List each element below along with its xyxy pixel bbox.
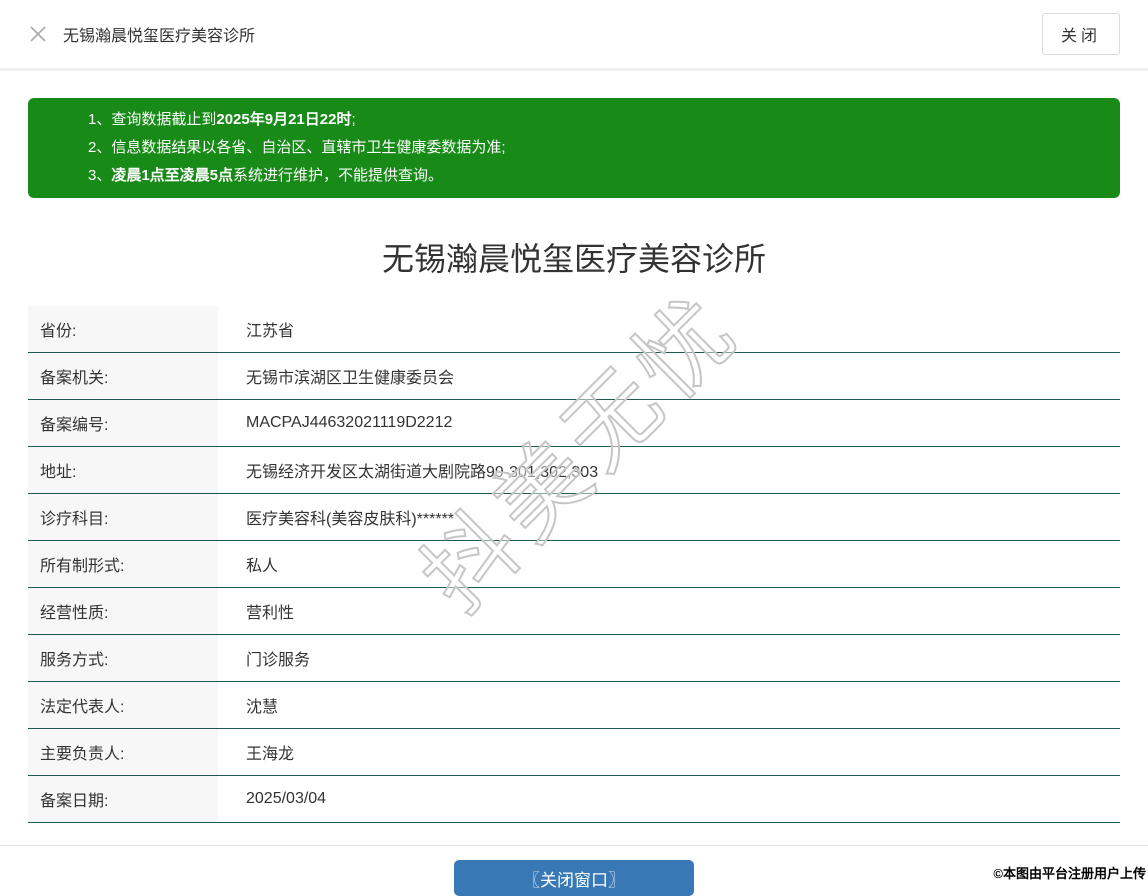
row-value: 无锡经济开发区太湖街道大剧院路99-301,302,303 — [246, 464, 599, 481]
notice-line-2: 2、信息数据结果以各省、自治区、直辖市卫生健康委数据为准; — [88, 134, 1100, 162]
row-value: 江苏省 — [246, 323, 295, 340]
notice-line-1: 1、查询数据截止到2025年9月21日22时; — [88, 106, 1100, 134]
table-row-filing-date: 备案日期: 2025/03/04 — [28, 776, 1120, 823]
notice-banner: 1、查询数据截止到2025年9月21日22时; 2、信息数据结果以各省、自治区、… — [28, 98, 1120, 198]
notice-line-1-pre: 查询数据截止到 — [111, 111, 217, 128]
row-label: 省份: — [28, 306, 218, 352]
table-row-address: 地址: 无锡经济开发区太湖街道大剧院路99-301,302,303 — [28, 447, 1120, 494]
row-label: 地址: — [28, 447, 218, 493]
topbar: 无锡瀚晨悦玺医疗美容诊所 关闭 — [0, 0, 1148, 71]
copyright-note: ©本图由平台注册用户上传 — [993, 866, 1146, 881]
notice-line-3-post: 系统进行维护，不能提供查询。 — [233, 167, 444, 184]
notice-line-2-pre: 信息数据结果以各省、自治区、直辖市卫生健康委数据为准; — [111, 139, 506, 156]
notice-line-3-num: 3、 — [88, 167, 112, 184]
window-title: 无锡瀚晨悦玺医疗美容诊所 — [63, 28, 256, 45]
table-row-province: 省份: 江苏省 — [28, 306, 1120, 353]
table-row-filing-authority: 备案机关: 无锡市滨湖区卫生健康委员会 — [28, 353, 1120, 400]
row-value: 2025/03/04 — [246, 790, 327, 807]
table-row-business-nature: 经营性质: 营利性 — [28, 588, 1120, 635]
close-button[interactable]: 关闭 — [1041, 13, 1120, 55]
row-label: 备案日期: — [28, 776, 218, 822]
notice-line-3: 3、凌晨1点至凌晨5点系统进行维护，不能提供查询。 — [88, 162, 1100, 190]
notice-line-1-num: 1、 — [88, 111, 112, 128]
table-row-filing-number: 备案编号: MACPAJ44632021119D2212 — [28, 400, 1120, 447]
row-label: 经营性质: — [28, 588, 218, 634]
row-value: 王海龙 — [246, 746, 295, 763]
close-window-button[interactable]: 〖关闭窗口〗 — [454, 860, 694, 896]
row-value: 私人 — [246, 558, 279, 575]
row-value: 营利性 — [246, 605, 295, 622]
notice-line-1-post: ; — [351, 111, 356, 128]
notice-line-2-num: 2、 — [88, 139, 112, 156]
row-value: 无锡市滨湖区卫生健康委员会 — [246, 370, 455, 387]
table-row-main-person-in-charge: 主要负责人: 王海龙 — [28, 729, 1120, 776]
table-row-ownership-form: 所有制形式: 私人 — [28, 541, 1120, 588]
table-row-medical-subjects: 诊疗科目: 医疗美容科(美容皮肤科)****** — [28, 494, 1120, 541]
table-row-service-mode: 服务方式: 门诊服务 — [28, 635, 1120, 682]
close-x-icon-svg — [30, 26, 46, 42]
page-title: 无锡瀚晨悦玺医疗美容诊所 — [381, 241, 766, 277]
row-label: 主要负责人: — [28, 729, 218, 775]
notice-line-3-bold: 凌晨1点至凌晨5点 — [111, 167, 234, 184]
info-table: 省份: 江苏省 备案机关: 无锡市滨湖区卫生健康委员会 备案编号: MACPAJ… — [28, 306, 1120, 823]
row-label: 所有制形式: — [28, 541, 218, 587]
row-label: 备案编号: — [28, 400, 218, 446]
row-label: 备案机关: — [28, 353, 218, 399]
row-value: MACPAJ44632021119D2212 — [246, 414, 453, 431]
row-value: 医疗美容科(美容皮肤科)****** — [246, 511, 455, 528]
row-value: 门诊服务 — [246, 652, 311, 669]
row-label: 诊疗科目: — [28, 494, 218, 540]
footer: 〖关闭窗口〗 — [0, 846, 1148, 896]
table-row-legal-representative: 法定代表人: 沈慧 — [28, 682, 1120, 729]
row-label: 服务方式: — [28, 635, 218, 681]
notice-line-1-bold: 2025年9月21日22时 — [216, 111, 352, 128]
row-label: 法定代表人: — [28, 682, 218, 728]
close-x-icon[interactable] — [28, 24, 48, 44]
row-value: 沈慧 — [246, 699, 279, 716]
